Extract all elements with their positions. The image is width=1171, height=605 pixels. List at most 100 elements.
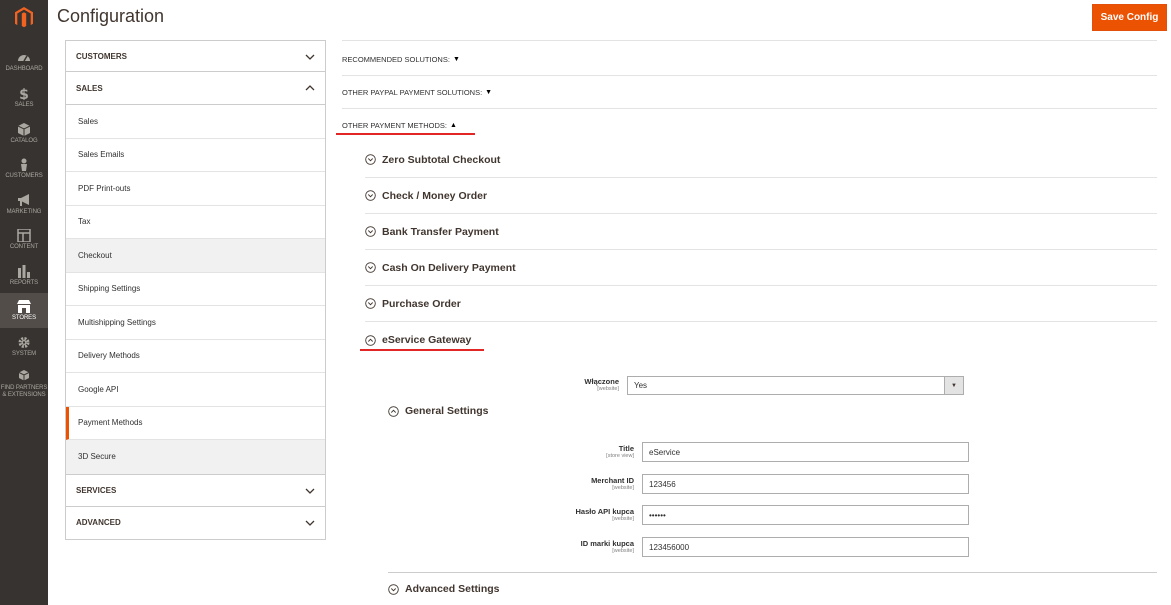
- subhead-title: General Settings: [405, 405, 489, 417]
- admin-sidebar: DASHBOARD $ SALES CATALOG CUSTOMERS MARK…: [0, 0, 48, 605]
- expand-circle-icon: [388, 583, 399, 595]
- expand-circle-icon: [365, 190, 376, 201]
- nav-system[interactable]: SYSTEM: [0, 329, 48, 364]
- triangle-down-icon: ▼: [452, 55, 460, 63]
- method-title: eService Gateway: [382, 334, 472, 346]
- nav-customers[interactable]: CUSTOMERS: [0, 151, 48, 186]
- method-check-money-order[interactable]: Check / Money Order: [365, 178, 1157, 214]
- tab-item-delivery-methods[interactable]: Delivery Methods: [66, 339, 325, 373]
- field-label-text: Włączone: [584, 377, 619, 386]
- sales-items-list: Sales Sales Emails PDF Print-outs Tax Ch…: [65, 105, 326, 474]
- enabled-select[interactable]: Yes ▼: [627, 376, 964, 395]
- megaphone-icon: [18, 193, 29, 206]
- tab-label: ADVANCED: [76, 518, 121, 527]
- tab-label: SERVICES: [76, 485, 117, 495]
- section-other-payment-methods[interactable]: OTHER PAYMENT METHODS: ▲: [342, 109, 1157, 142]
- bar-chart-icon: [18, 264, 30, 278]
- method-bank-transfer-payment[interactable]: Bank Transfer Payment: [365, 214, 1157, 250]
- field-scope: [website]: [612, 548, 634, 554]
- api-password-input[interactable]: ••••••: [642, 505, 969, 525]
- tab-item-google-api[interactable]: Google API: [66, 373, 325, 407]
- nav-find-partners[interactable]: FIND PARTNERS & EXTENSIONS: [0, 364, 48, 404]
- method-title: Check / Money Order: [382, 189, 488, 202]
- nav-dashboard[interactable]: DASHBOARD: [0, 44, 48, 79]
- section-other-paypal-solutions[interactable]: OTHER PAYPAL PAYMENT SOLUTIONS: ▼: [342, 76, 1157, 109]
- cubes-icon: [18, 369, 30, 380]
- enabled-label: Włączone [website]: [540, 377, 619, 392]
- field-scope: [store view]: [606, 453, 634, 459]
- nav-label: CUSTOMERS: [5, 172, 43, 179]
- page-title: Configuration: [57, 6, 165, 26]
- tab-customers[interactable]: CUSTOMERS: [65, 40, 326, 72]
- select-value: Yes: [634, 381, 648, 390]
- field-label-text: Hasło API kupca: [575, 507, 635, 516]
- store-icon: [17, 299, 31, 313]
- brand-id-input[interactable]: 123456000: [642, 537, 969, 557]
- advanced-settings-header[interactable]: Advanced Settings: [388, 583, 500, 595]
- tab-services[interactable]: SERVICES: [65, 473, 326, 507]
- tab-item-sales[interactable]: Sales: [66, 105, 325, 139]
- nav-label: FIND PARTNERS & EXTENSIONS: [0, 384, 48, 398]
- nav-marketing[interactable]: MARKETING: [0, 187, 48, 222]
- nav-catalog[interactable]: CATALOG: [0, 116, 48, 151]
- layout-icon: [17, 228, 31, 242]
- method-purchase-order[interactable]: Purchase Order: [365, 286, 1157, 322]
- tab-item-sales-emails[interactable]: Sales Emails: [66, 138, 325, 172]
- nav-content[interactable]: CONTENT: [0, 222, 48, 257]
- field-label-text: Title: [618, 444, 634, 453]
- select-arrow-icon: ▼: [944, 377, 963, 394]
- method-zero-subtotal-checkout[interactable]: Zero Subtotal Checkout: [365, 142, 1157, 178]
- tab-item-3d-secure[interactable]: 3D Secure: [66, 440, 325, 474]
- tab-item-tax[interactable]: Tax: [66, 205, 325, 239]
- collapse-circle-icon: [388, 405, 399, 417]
- section-recommended-solutions[interactable]: RECOMMENDED SOLUTIONS: ▼: [342, 43, 1157, 76]
- field-label-text: ID marki kupca: [580, 539, 634, 548]
- tab-item-pdf-print-outs[interactable]: PDF Print-outs: [66, 172, 325, 206]
- gear-icon: [18, 336, 30, 348]
- api-password-label: Hasło API kupca [website]: [540, 507, 635, 522]
- nav-reports[interactable]: REPORTS: [0, 258, 48, 293]
- tab-label: SALES: [76, 83, 103, 93]
- tab-item-shipping-settings[interactable]: Shipping Settings: [66, 272, 325, 306]
- tab-sales[interactable]: SALES: [65, 72, 326, 105]
- nav-label: MARKETING: [6, 208, 42, 215]
- section-label: RECOMMENDED SOLUTIONS:: [342, 54, 450, 64]
- tab-advanced[interactable]: ADVANCED: [65, 506, 326, 540]
- chevron-down-icon: [305, 54, 315, 60]
- save-config-button[interactable]: Save Config: [1092, 4, 1167, 31]
- dollar-icon: $: [19, 87, 29, 100]
- divider: [342, 40, 1157, 41]
- merchant-id-label: Merchant ID [website]: [540, 476, 634, 491]
- nav-label: SYSTEM: [11, 350, 37, 357]
- title-input[interactable]: eService: [642, 442, 969, 462]
- nav-sales[interactable]: $ SALES: [0, 80, 48, 115]
- tab-item-payment-methods[interactable]: Payment Methods: [66, 406, 325, 440]
- expand-circle-icon: [365, 262, 376, 273]
- config-tabs: CUSTOMERS SALES Sales Sales Emails PDF P…: [65, 40, 326, 540]
- chevron-up-icon: [305, 85, 315, 91]
- method-title: Cash On Delivery Payment: [382, 261, 516, 274]
- expand-circle-icon: [365, 298, 376, 309]
- method-cash-on-delivery[interactable]: Cash On Delivery Payment: [365, 250, 1157, 286]
- tab-label: CUSTOMERS: [76, 51, 127, 61]
- nav-label: DASHBOARD: [5, 65, 43, 72]
- nav-label: CATALOG: [10, 137, 38, 144]
- method-title: Purchase Order: [382, 297, 461, 310]
- method-title: Zero Subtotal Checkout: [382, 153, 501, 166]
- nav-stores[interactable]: STORES: [0, 293, 48, 328]
- section-label: OTHER PAYMENT METHODS:: [342, 121, 448, 130]
- method-eservice-gateway[interactable]: eService Gateway: [365, 322, 1157, 358]
- nav-label: CONTENT: [9, 243, 39, 250]
- magento-logo-icon[interactable]: [0, 0, 48, 36]
- merchant-id-input[interactable]: 123456: [642, 474, 969, 494]
- nav-label: SALES: [14, 101, 34, 108]
- tab-item-checkout[interactable]: Checkout: [66, 239, 325, 273]
- field-scope: [website]: [612, 485, 634, 491]
- general-settings-header[interactable]: General Settings: [388, 405, 488, 417]
- field-label-text: Merchant ID: [591, 476, 634, 485]
- tab-item-multishipping-settings[interactable]: Multishipping Settings: [66, 306, 325, 340]
- subhead-title: Advanced Settings: [405, 583, 500, 595]
- collapse-circle-icon: [365, 334, 376, 346]
- chevron-down-icon: [305, 488, 315, 494]
- cube-icon: [17, 122, 31, 136]
